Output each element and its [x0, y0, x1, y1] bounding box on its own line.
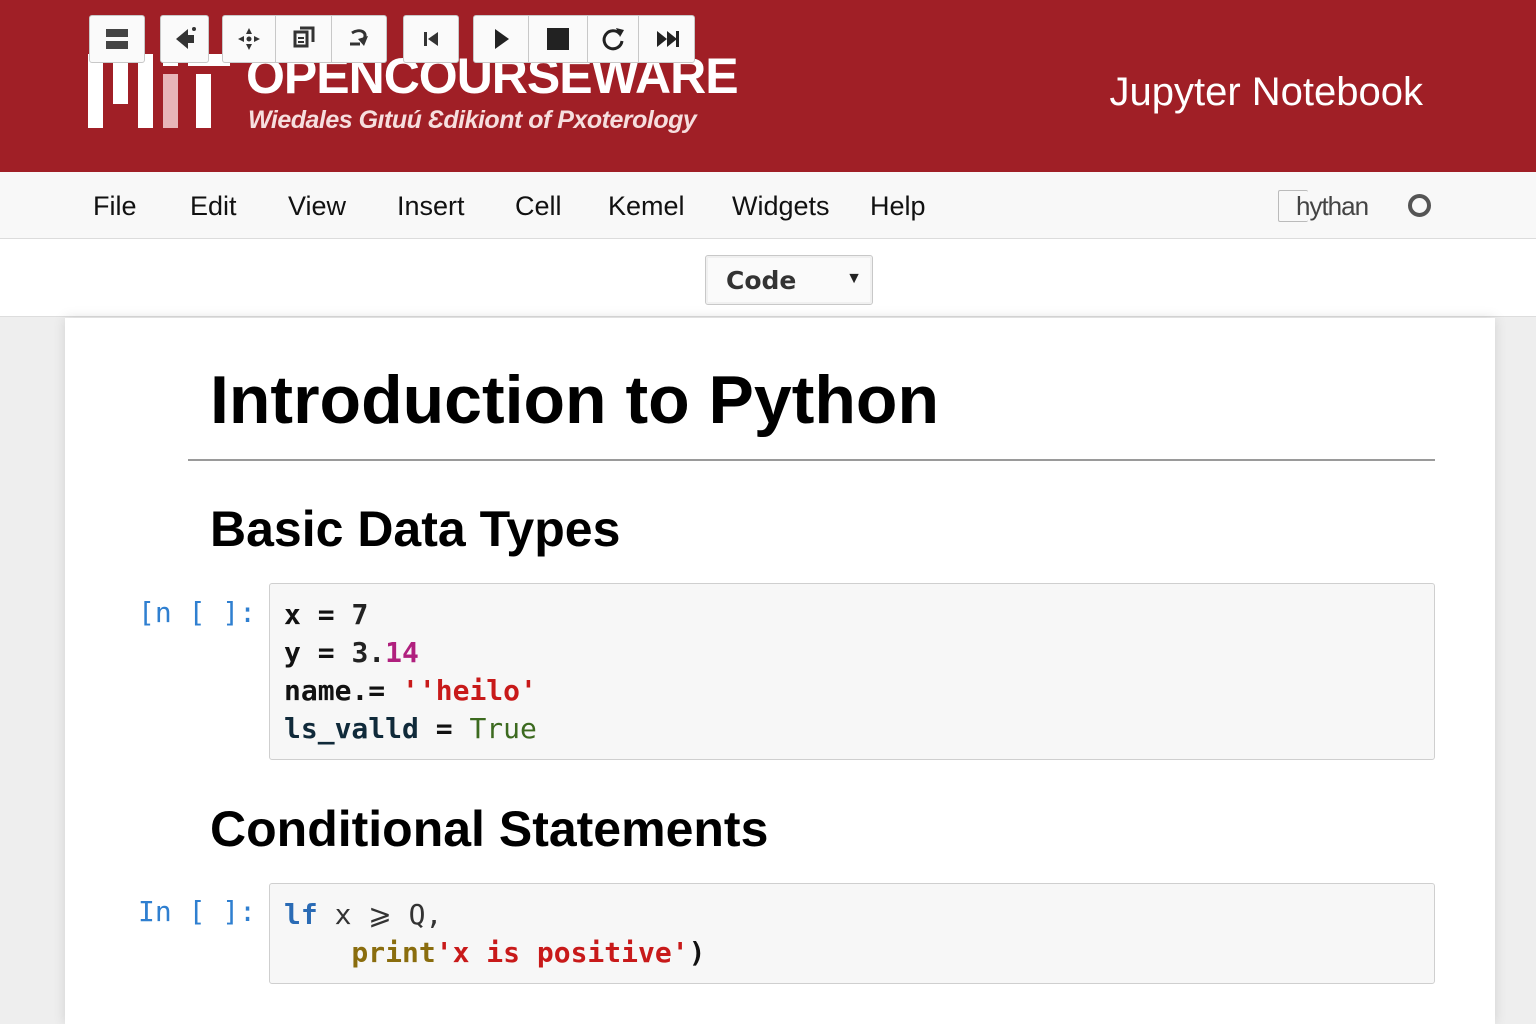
- add-cell-button[interactable]: [160, 15, 209, 63]
- toolbar-group-edit: [160, 15, 209, 63]
- kernel-name[interactable]: hythan: [1296, 190, 1369, 222]
- paste-icon: [350, 29, 368, 46]
- chevron-down-icon: ▼: [846, 270, 862, 287]
- copy-button[interactable]: [275, 15, 332, 63]
- section-heading-basic-data-types: Basic Data Types: [210, 501, 621, 557]
- restart-icon: [602, 28, 624, 51]
- paste-button[interactable]: [331, 15, 387, 63]
- add-cell-icon: [175, 27, 196, 49]
- run-icon: [495, 29, 509, 49]
- stop-icon: [547, 28, 569, 50]
- restart-button[interactable]: [587, 15, 639, 63]
- menu-kernel[interactable]: Kemel: [608, 190, 685, 222]
- toolbar-group-save: [89, 15, 145, 63]
- menu-file[interactable]: File: [93, 190, 137, 222]
- title-divider: [188, 459, 1435, 461]
- code-cell-2[interactable]: lf x ⩾ Q, print'x is positive'): [269, 883, 1435, 984]
- copy-icon: [293, 26, 314, 48]
- menu-cell[interactable]: Cell: [515, 190, 562, 222]
- kernel-status-icon: [1408, 194, 1431, 217]
- mit-logo: [88, 54, 230, 128]
- code-line: x = 7: [284, 598, 369, 631]
- toolbar-group-run: [473, 15, 695, 63]
- code-line: print'x is positive'): [284, 936, 706, 969]
- code-cell-1[interactable]: x = 7 y = 3.14 name.= ''heilo' ls_valld …: [269, 583, 1435, 760]
- code-line: lf x ⩾ Q,: [284, 898, 443, 931]
- cell-prompt-2: In [ ]:: [138, 895, 257, 928]
- code-line: ls_valld = True: [284, 712, 537, 745]
- move-up-button[interactable]: [403, 15, 459, 63]
- cell-prompt-1: [n [ ]:: [138, 596, 257, 629]
- app-title: Jupyter Notebook: [1109, 70, 1423, 114]
- stop-button[interactable]: [528, 15, 588, 63]
- cut-icon: [238, 28, 260, 50]
- toolbar-group-clipboard: [222, 15, 387, 63]
- save-button[interactable]: [89, 15, 145, 63]
- cut-button[interactable]: [222, 15, 276, 63]
- menu-insert[interactable]: Insert: [397, 190, 465, 222]
- menu-edit[interactable]: Edit: [190, 190, 237, 222]
- run-button[interactable]: [473, 15, 529, 63]
- cell-type-select[interactable]: Code ▼: [705, 255, 873, 305]
- menu-help[interactable]: Help: [870, 190, 926, 222]
- notebook-title: Introduction to Python: [210, 362, 939, 438]
- section-heading-conditional-statements: Conditional Statements: [210, 801, 769, 857]
- menu-widgets[interactable]: Widgets: [732, 190, 830, 222]
- fast-forward-button[interactable]: [638, 15, 695, 63]
- toolbar-group-move: [403, 15, 459, 63]
- menu-view[interactable]: View: [288, 190, 346, 222]
- fast-forward-icon: [656, 31, 679, 47]
- cell-type-label: Code: [726, 266, 797, 295]
- save-icon: [106, 29, 128, 49]
- code-line: y = 3.14: [284, 636, 419, 669]
- code-line: name.= ''heilo': [284, 674, 537, 707]
- move-up-icon: [424, 32, 438, 46]
- brand-subtitle: Wiedales Gıtuú Ɛdikiont of Pxoterology: [248, 106, 697, 134]
